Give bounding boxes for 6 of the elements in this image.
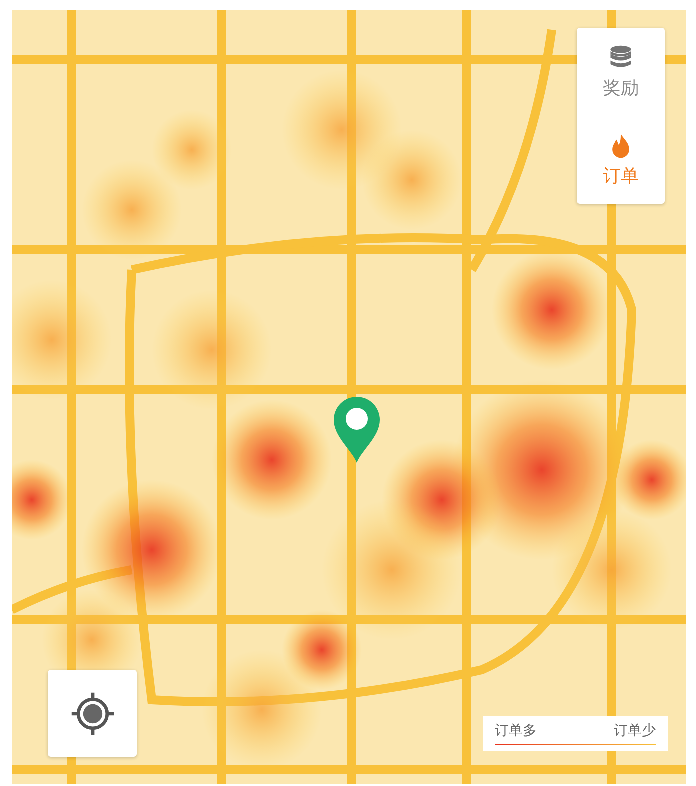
legend-high-label: 订单多	[495, 722, 537, 740]
layer-tab[interactable]: 订单	[597, 128, 645, 192]
layer-tab[interactable]: 奖励	[597, 40, 645, 104]
location-pin-icon	[332, 395, 382, 465]
locate-button[interactable]	[48, 670, 137, 757]
legend-low-label: 订单少	[614, 722, 656, 740]
